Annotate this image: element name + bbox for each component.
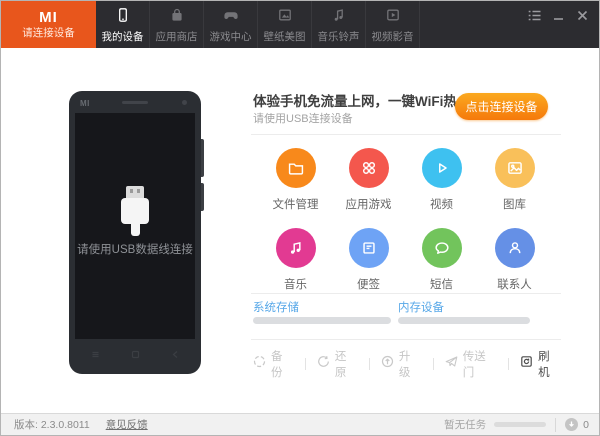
flash-button[interactable]: 刷机 [520, 348, 561, 380]
grid-item-music[interactable]: 音乐 [259, 228, 332, 292]
system-storage-bar[interactable] [253, 317, 391, 324]
memory-device-label[interactable]: 内存设备 [398, 299, 444, 315]
shopping-bag-icon [169, 7, 185, 28]
gamepad-icon [223, 7, 239, 28]
task-status-label: 暂无任务 [444, 419, 487, 431]
gallery-icon [494, 148, 535, 188]
back-icon [171, 346, 180, 364]
grid-item-apps-games[interactable]: 应用游戏 [332, 148, 405, 212]
phone-speaker [122, 101, 148, 104]
usb-plug-icon [121, 186, 149, 236]
tab-video[interactable]: 视频影音 [366, 1, 420, 48]
promo-title: 体验手机免流量上网，一键WiFi热点 [253, 94, 471, 109]
phone-brand-label: MI [80, 99, 90, 108]
apps-icon [348, 148, 389, 188]
tab-game-center[interactable]: 游戏中心 [204, 1, 258, 48]
grid-item-notes[interactable]: 便签 [332, 228, 405, 292]
play-icon [421, 148, 462, 188]
tab-app-store[interactable]: 应用商店 [150, 1, 204, 48]
download-icon[interactable] [565, 418, 579, 431]
tab-label: 我的设备 [101, 30, 144, 43]
grid-item-video[interactable]: 视频 [405, 148, 478, 212]
music-note-icon [331, 7, 347, 28]
download-count: 0 [583, 418, 589, 431]
divider [251, 339, 561, 340]
restore-button[interactable]: 还原 [317, 348, 358, 380]
backup-icon [253, 355, 266, 373]
tab-my-device[interactable]: 我的设备 [96, 1, 150, 48]
grid-item-sms[interactable]: 短信 [405, 228, 478, 292]
logo-block: MI 请连接设备 [1, 1, 96, 48]
chat-bubble-icon [421, 228, 462, 268]
app-window: MI 请连接设备 我的设备 应用商店 游戏中心 壁纸美图 音乐铃声 视频影音 M… [0, 0, 600, 436]
device-status-label: 请连接设备 [22, 27, 75, 40]
phone-screen: 请使用USB数据线连接 [75, 113, 195, 339]
restore-icon [317, 355, 330, 373]
minimize-icon[interactable] [551, 9, 565, 21]
divider [251, 134, 561, 135]
top-bar: MI 请连接设备 我的设备 应用商店 游戏中心 壁纸美图 音乐铃声 视频影音 [1, 1, 599, 48]
phone-volume-button [201, 139, 204, 177]
home-icon [131, 346, 140, 364]
promo-subtitle: 请使用USB连接设备 [253, 113, 353, 125]
phone-camera [182, 100, 187, 105]
action-toolbar: 备份 还原 升级 传送门 刷机 [253, 348, 561, 380]
notes-icon [348, 228, 389, 268]
flash-icon [520, 355, 533, 373]
main-panel: 体验手机免流量上网，一键WiFi热点 请使用USB连接设备 点击连接设备 文件管… [251, 86, 561, 379]
mi-logo: MI [39, 9, 58, 27]
divider [432, 358, 434, 370]
memory-device-bar[interactable] [398, 317, 530, 324]
grid-item-gallery[interactable]: 图库 [478, 148, 551, 212]
divider [304, 358, 306, 370]
version-label: 版本: 2.3.0.8011 [14, 419, 90, 431]
tab-music[interactable]: 音乐铃声 [312, 1, 366, 48]
tab-label: 应用商店 [155, 30, 198, 43]
music-icon [275, 228, 316, 268]
grid-item-file-manager[interactable]: 文件管理 [259, 148, 332, 212]
task-progress-bar [494, 422, 547, 427]
portal-button[interactable]: 传送门 [445, 348, 497, 380]
tab-label: 音乐铃声 [317, 30, 360, 43]
main-tabs: 我的设备 应用商店 游戏中心 壁纸美图 音乐铃声 视频影音 [96, 1, 420, 48]
menu-icon [91, 346, 100, 364]
grid-label: 音乐 [284, 279, 307, 291]
grid-item-contacts[interactable]: 联系人 [478, 228, 551, 292]
divider [508, 358, 510, 370]
status-bar: 版本: 2.3.0.8011 意见反馈 暂无任务 0 [1, 413, 599, 435]
upgrade-icon [381, 355, 394, 373]
upgrade-button[interactable]: 升级 [381, 348, 422, 380]
grid-label: 文件管理 [272, 199, 319, 211]
grid-label: 便签 [357, 279, 380, 291]
system-storage-label[interactable]: 系统存储 [253, 299, 299, 315]
tab-label: 游戏中心 [209, 30, 252, 43]
video-play-icon [385, 7, 401, 28]
phone-icon [115, 7, 131, 28]
usb-connect-message: 请使用USB数据线连接 [77, 244, 193, 256]
folder-icon [275, 148, 316, 188]
task-list-icon[interactable] [527, 9, 541, 21]
picture-icon [277, 7, 293, 28]
person-icon [494, 228, 535, 268]
tab-label: 壁纸美图 [263, 30, 306, 43]
feedback-link[interactable]: 意见反馈 [106, 417, 148, 432]
grid-label: 视频 [430, 199, 453, 211]
grid-label: 图库 [503, 199, 526, 211]
grid-label: 联系人 [497, 279, 532, 291]
phone-nav-bar [75, 346, 195, 364]
phone-power-button [201, 183, 204, 211]
grid-label: 短信 [430, 279, 453, 291]
tab-label: 视频影音 [371, 30, 414, 43]
grid-label: 应用游戏 [345, 199, 392, 211]
backup-button[interactable]: 备份 [253, 348, 294, 380]
divider [251, 293, 561, 294]
tab-wallpaper[interactable]: 壁纸美图 [258, 1, 312, 48]
paper-plane-icon [445, 355, 458, 373]
divider [368, 358, 370, 370]
divider [555, 417, 557, 432]
connect-device-button[interactable]: 点击连接设备 [455, 93, 548, 120]
window-controls [527, 9, 589, 21]
close-icon[interactable] [575, 9, 589, 21]
phone-illustration: MI 请使用USB数据线连接 [69, 91, 204, 374]
